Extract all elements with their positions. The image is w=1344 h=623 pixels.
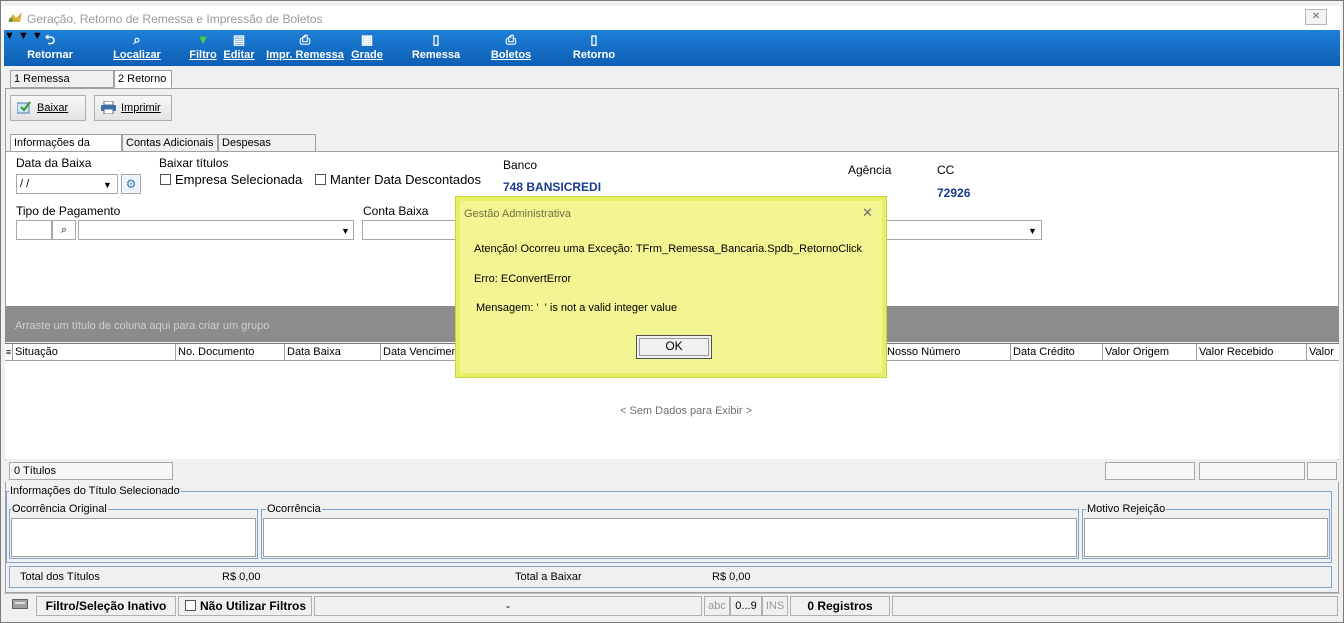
keyboard-icon-svg <box>12 599 28 609</box>
close-icon[interactable]: ✕ <box>862 205 873 221</box>
chevron-down-icon: ▼ <box>341 226 350 236</box>
filter-icon: ▼ <box>196 32 210 47</box>
column-chooser-icon[interactable]: ≡ <box>5 344 13 361</box>
filtro-status[interactable]: Filtro/Seleção Inativo <box>36 596 176 616</box>
column-no-documento[interactable]: No. Documento <box>176 344 285 361</box>
title-bar: Geração, Retorno de Remessa e Impressão … <box>1 6 1341 30</box>
ocorrencia-label: Ocorrência <box>266 503 322 515</box>
tipo-pagamento-code-input[interactable] <box>16 220 52 240</box>
editar-button[interactable]: ▤ Editar <box>222 32 256 64</box>
tab-remessa-bancaria[interactable]: 1 Remessa Bancária <box>10 70 114 101</box>
agencia-label: Agência <box>848 163 892 177</box>
ocorrencia-original-field[interactable] <box>11 518 256 557</box>
footer-total-valor-recebido <box>1199 462 1305 480</box>
banco-label: Banco <box>503 158 538 172</box>
impr-remessa-button[interactable]: ⎙ Impr. Remessa <box>264 32 346 64</box>
download-icon <box>17 101 31 114</box>
baixar-titulos-label: Baixar títulos <box>159 156 229 170</box>
ocorrencia-field[interactable] <box>263 518 1077 557</box>
cc-label: CC <box>937 163 955 177</box>
dialog-message-line1: Atenção! Ocorreu uma Exceção: TFrm_Remes… <box>474 243 863 255</box>
document-icon: ▯ <box>590 32 598 47</box>
conta-baixa-label: Conta Baixa <box>363 204 429 218</box>
grid-icon: ▦ <box>360 32 374 47</box>
window-title: Geração, Retorno de Remessa e Impressão … <box>27 12 323 26</box>
total-titulos-value: R$ 0,00 <box>222 571 261 583</box>
filtro-button[interactable]: ▼ Filtro <box>188 32 218 64</box>
empty-message: < Sem Dados para Exibir > <box>620 405 753 417</box>
footer-total-valor <box>1307 462 1337 480</box>
dialog-message-line3: Mensagem: ' ' is not a valid integer val… <box>476 302 678 314</box>
tab-despesas-bancarias[interactable]: Despesas Bancárias <box>218 134 316 165</box>
data-baixa-field[interactable]: / / ▼ <box>16 174 118 194</box>
undo-icon: ⮌ <box>44 32 56 47</box>
status-message: - <box>314 596 702 616</box>
column-nosso-numero[interactable]: Nosso Número <box>885 344 1011 361</box>
cc-value: 72926 <box>937 186 971 200</box>
tab-contas-adicionais[interactable]: Contas Adicionais <box>122 134 218 152</box>
edit-icon: ▤ <box>232 32 246 47</box>
totals-bar <box>9 566 1332 588</box>
ins-indicator: INS <box>762 596 788 616</box>
search-icon: ⌕ <box>133 32 141 47</box>
localizar-button[interactable]: ⌕ Localizar <box>112 32 162 64</box>
boletos-button[interactable]: ⎙ Boletos <box>488 32 534 64</box>
search-icon[interactable]: ⌕ <box>52 220 76 240</box>
tipo-pagamento-label: Tipo de Pagamento <box>16 204 121 218</box>
grade-button[interactable]: ▦ Grade <box>350 32 384 64</box>
selected-info-title: Informações do Título Selecionado <box>9 485 181 497</box>
ocorrencia-original-label: Ocorrência Original <box>11 503 108 515</box>
toolbar: ⮌ Retornar ⌕ Localizar ▼ Filtro ▤ Editar… <box>4 30 1340 66</box>
data-baixa-label: Data da Baixa <box>16 156 92 170</box>
total-baixar-label: Total a Baixar <box>515 571 582 583</box>
tab-informacoes-baixa[interactable]: Informações da Baixa <box>10 134 122 165</box>
printer-icon <box>101 101 116 114</box>
column-valor-origem[interactable]: Valor Origem <box>1103 344 1197 361</box>
printer-icon: ⎙ <box>505 32 517 47</box>
chevron-down-icon: ▼ <box>103 180 112 190</box>
total-baixar-value: R$ 0,00 <box>712 571 751 583</box>
dialog-title: Gestão Administrativa <box>464 208 571 220</box>
num-indicator: 0...9 <box>730 596 762 616</box>
status-empty-cell <box>892 596 1338 616</box>
printer-icon: ⎙ <box>299 32 311 47</box>
remessa-button[interactable]: ▯ Remessa <box>408 32 464 64</box>
grade-dropdown-icon[interactable]: ▼ <box>4 30 15 42</box>
error-dialog: Gestão Administrativa ✕ Atenção! Ocorreu… <box>455 196 887 378</box>
window-close-button[interactable]: ✕ <box>1305 9 1327 25</box>
keyboard-icon <box>6 596 34 616</box>
empresa-selecionada-checkbox[interactable]: Empresa Selecionada <box>160 172 302 187</box>
manter-data-checkbox[interactable]: Manter Data Descontados <box>315 172 481 187</box>
column-valor-recebido[interactable]: Valor Recebido <box>1197 344 1307 361</box>
tipo-pagamento-select[interactable]: ▼ <box>78 220 354 240</box>
motivo-rejeicao-label: Motivo Rejeição <box>1086 503 1167 515</box>
retorno-button[interactable]: ▯ Retorno <box>568 32 620 64</box>
registros-count: 0 Registros <box>790 596 890 616</box>
motivo-rejeicao-field[interactable] <box>1084 518 1328 557</box>
abc-indicator: abc <box>704 596 730 616</box>
ok-button[interactable]: OK <box>636 335 712 359</box>
column-data-credito[interactable]: Data Crédito <box>1011 344 1103 361</box>
column-data-baixa[interactable]: Data Baixa <box>285 344 381 361</box>
column-situacao[interactable]: Situação <box>13 344 176 361</box>
group-hint: Arraste um título de coluna aqui para cr… <box>15 320 270 332</box>
retornar-button[interactable]: ⮌ Retornar <box>26 32 74 64</box>
chevron-down-icon: ▼ <box>1028 226 1037 236</box>
imprimir-button[interactable]: Imprimir <box>94 95 172 121</box>
error-dialog-body: Gestão Administrativa ✕ Atenção! Ocorreu… <box>460 201 882 373</box>
app-icon <box>8 12 22 22</box>
nao-utilizar-filtros-checkbox[interactable]: Não Utilizar Filtros <box>178 596 312 616</box>
status-bar: Filtro/Seleção Inativo Não Utilizar Filt… <box>4 593 1340 617</box>
titles-count: 0 Títulos <box>9 462 173 480</box>
column-valor[interactable]: Valor <box>1307 344 1339 361</box>
grid-footer: 0 Títulos <box>5 460 1339 482</box>
total-titulos-label: Total dos Títulos <box>20 571 100 583</box>
baixar-button[interactable]: Baixar <box>10 95 86 121</box>
footer-total-valor-origem <box>1105 462 1195 480</box>
dialog-message-line2: Erro: EConvertError <box>474 273 572 285</box>
document-icon: ▯ <box>432 32 440 47</box>
banco-value: 748 BANSICREDI <box>503 180 602 194</box>
calendar-icon[interactable]: ⚙ <box>121 174 141 194</box>
tab-retorno[interactable]: 2 Retorno <box>114 70 172 88</box>
